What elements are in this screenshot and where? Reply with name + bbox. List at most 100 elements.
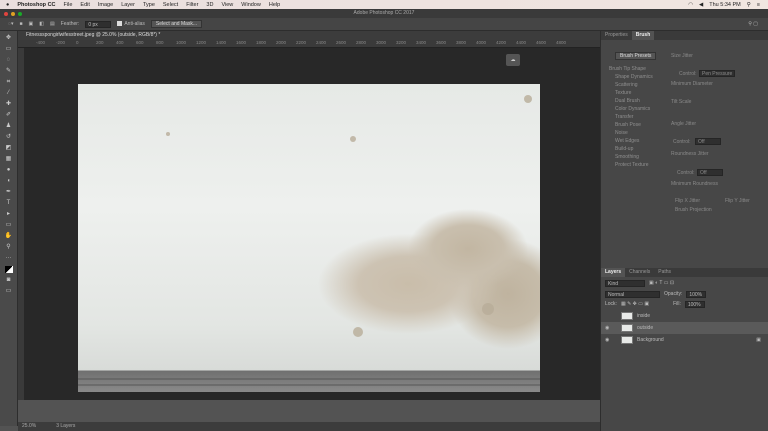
lasso-tool-icon[interactable]: ◌ [5,57,13,64]
more-tools-icon[interactable]: ··· [5,255,13,262]
layer-name: inside [637,313,651,319]
close-button[interactable] [4,12,8,16]
pen-tool-icon[interactable]: ✒ [5,189,13,196]
type-tool-icon[interactable]: T [5,200,13,207]
menu-edit[interactable]: Edit [80,2,89,8]
minimize-button[interactable] [11,12,15,16]
stamp-tool-icon[interactable]: ♟ [5,123,13,130]
lock-icon[interactable]: ▣ [756,337,768,343]
lasso-icon[interactable]: ◌▾ [8,21,13,27]
doc-info[interactable]: 3 Layers [56,422,75,431]
select-and-mask-button[interactable]: Select and Mask... [150,20,203,28]
control-select[interactable]: Off [695,138,721,145]
marquee-tool-icon[interactable]: ▭ [5,46,13,53]
filter-icons[interactable]: ▣ ◐ T ▭ ⊡ [649,280,674,287]
volume-icon[interactable]: ◀ [699,2,703,8]
add-selection-icon[interactable]: ▣ [29,21,34,27]
flip-y-checkbox[interactable]: Flip Y Jitter [725,198,750,204]
menu-type[interactable]: Type [143,2,155,8]
opacity-input[interactable]: 100% [686,291,707,298]
brush-option[interactable]: Color Dynamics [607,105,665,113]
spotlight-icon[interactable]: ⚲ [747,2,751,8]
screen-mode-icon[interactable]: ▭ [5,288,13,295]
tab-brush[interactable]: Brush [631,31,655,40]
layer-row-selected[interactable]: ◉ outside [601,322,768,334]
brush-option[interactable]: Dual Brush [607,97,665,105]
menu-view[interactable]: View [221,2,233,8]
blend-mode-select[interactable]: Normal [605,291,660,298]
quick-mask-icon[interactable]: ◙ [5,277,13,284]
menu-help[interactable]: Help [269,2,280,8]
brush-option[interactable]: Build-up [607,145,665,153]
lock-icons[interactable]: ▦ ✎ ✥ ▭ ▣ [621,301,649,308]
eye-icon[interactable]: ◉ [605,325,611,331]
brush-option[interactable]: Noise [607,129,665,137]
menu-window[interactable]: Window [241,2,261,8]
menu-file[interactable]: File [64,2,73,8]
control-select[interactable]: Off [697,169,723,176]
new-selection-icon[interactable]: ■ [19,21,22,27]
tab-layers[interactable]: Layers [601,268,626,277]
menu-3d[interactable]: 3D [206,2,213,8]
intersect-selection-icon[interactable]: ▤ [50,21,55,27]
brush-option[interactable]: Brush Pose [607,121,665,129]
brush-option[interactable]: Protect Texture [607,161,665,169]
subtract-selection-icon[interactable]: ◧ [39,21,44,27]
brush-option[interactable]: Scattering [607,81,665,89]
apple-icon[interactable]: ● [6,2,9,8]
brush-option[interactable]: Transfer [607,113,665,121]
color-swatches-icon[interactable] [4,266,13,273]
eraser-tool-icon[interactable]: ◩ [5,145,13,152]
brush-option[interactable]: Brush Tip Shape [607,65,665,73]
feather-input[interactable]: 0 px [85,20,112,28]
dodge-tool-icon[interactable]: ◖ [5,178,13,185]
antialias-checkbox[interactable]: Anti-alias [117,21,145,27]
healing-tool-icon[interactable]: ✚ [5,101,13,108]
notification-icon[interactable]: ≡ [757,2,760,8]
menu-layer[interactable]: Layer [121,2,135,8]
menu-select[interactable]: Select [163,2,178,8]
quick-select-tool-icon[interactable]: ✎ [5,68,13,75]
tab-paths[interactable]: Paths [654,268,675,277]
brush-option[interactable]: Texture [607,89,665,97]
blur-tool-icon[interactable]: ● [5,167,13,174]
brush-option[interactable]: Shape Dynamics [607,73,665,81]
filter-kind-select[interactable]: Kind [605,280,645,287]
hand-tool-icon[interactable]: ✋ [5,233,13,240]
menu-app[interactable]: Photoshop CC [17,2,55,8]
gradient-tool-icon[interactable]: ▦ [5,156,13,163]
wifi-icon[interactable]: ◠ [688,2,693,8]
crop-tool-icon[interactable]: ⌗ [5,79,13,86]
move-tool-icon[interactable]: ✥ [5,35,13,42]
brush-options-list: Brush Tip Shape Shape Dynamics Scatterin… [607,65,665,169]
layer-row[interactable]: ◉ Background ▣ [601,334,768,346]
menu-image[interactable]: Image [98,2,113,8]
tab-channels[interactable]: Channels [625,268,654,277]
path-select-tool-icon[interactable]: ▸ [5,211,13,218]
menu-filter[interactable]: Filter [186,2,198,8]
zoom-button[interactable] [18,12,22,16]
brush-tool-icon[interactable]: ✐ [5,112,13,119]
shape-tool-icon[interactable]: ▭ [5,222,13,229]
status-bar: 25.0% 3 Layers [18,422,600,431]
clock[interactable]: Thu 5:34 PM [709,2,741,8]
zoom-level[interactable]: 25.0% [22,422,36,431]
brush-projection-checkbox[interactable]: Brush Projection [675,207,712,213]
brush-option[interactable]: Smoothing [607,153,665,161]
eyedropper-tool-icon[interactable]: ⁄ [5,90,13,97]
label: Roundness Jitter [671,151,709,157]
document-tab[interactable]: Fitnessspongirlwifesstreet.jpeg @ 25.0% … [18,31,600,40]
control-select[interactable]: Pen Pressure [699,70,736,77]
layer-row[interactable]: inside [601,310,768,322]
eye-icon[interactable]: ◉ [605,337,611,343]
cloud-icon[interactable]: ☁ [506,54,520,66]
brush-option[interactable]: Wet Edges [607,137,665,145]
history-brush-icon[interactable]: ↺ [5,134,13,141]
flip-x-checkbox[interactable]: Flip X Jitter [675,198,700,204]
fill-input[interactable]: 100% [684,301,705,308]
zoom-tool-icon[interactable]: ⚲ [5,244,13,251]
document-image[interactable] [78,84,540,392]
tab-properties[interactable]: Properties [601,31,632,40]
brush-presets-button[interactable]: Brush Presets [615,52,657,60]
search-icon[interactable]: ⚲ ▢ [748,21,768,27]
